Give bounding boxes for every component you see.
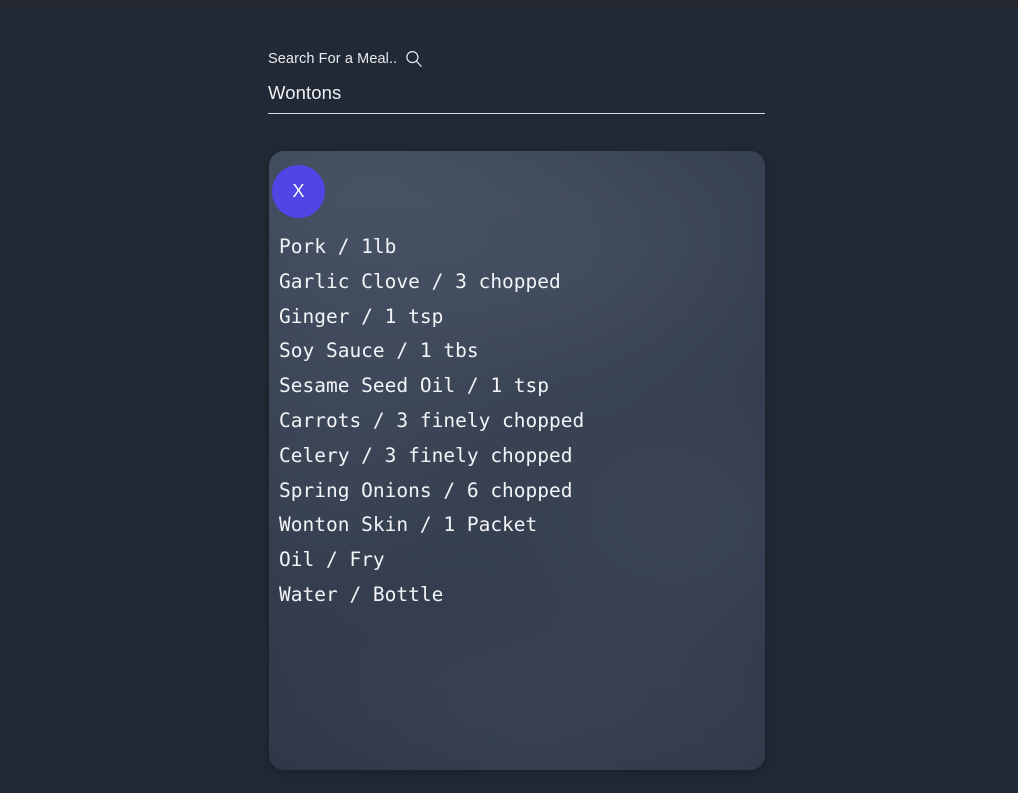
meal-card-content: X Pork / 1lb Garlic Clove / 3 chopped Gi… (269, 151, 765, 770)
list-item: Wonton Skin / 1 Packet (279, 513, 538, 537)
list-item: Ginger / 1 tsp (279, 304, 444, 328)
search-input[interactable] (268, 81, 765, 110)
app-page: Search For a Meal.. X Pork / 1lb Garlic … (0, 7, 1018, 793)
search-field[interactable] (268, 78, 765, 114)
list-item: Soy Sauce / 1 tbs (279, 339, 479, 363)
list-item: Sesame Seed Oil / 1 tsp (279, 374, 550, 398)
list-item: Water / Bottle (279, 582, 444, 606)
search-label: Search For a Meal.. (268, 50, 398, 67)
list-item: Spring Onions / 6 chopped (279, 478, 573, 502)
list-item: Pork / 1lb (279, 235, 397, 258)
close-button[interactable]: X (272, 165, 325, 218)
list-item: Garlic Clove / 3 chopped (279, 269, 561, 293)
search-icon (404, 49, 424, 69)
window-chrome-strip (0, 0, 1018, 7)
meal-result-card: X Pork / 1lb Garlic Clove / 3 chopped Gi… (269, 151, 765, 770)
list-item: Oil / Fry (279, 548, 385, 572)
meal-search-block: Search For a Meal.. (268, 48, 765, 114)
search-label-row: Search For a Meal.. (268, 48, 765, 70)
ingredient-list: Pork / 1lb Garlic Clove / 3 chopped Ging… (279, 230, 753, 613)
list-item: Carrots / 3 finely chopped (279, 408, 585, 432)
list-item: Celery / 3 finely chopped (279, 443, 573, 467)
